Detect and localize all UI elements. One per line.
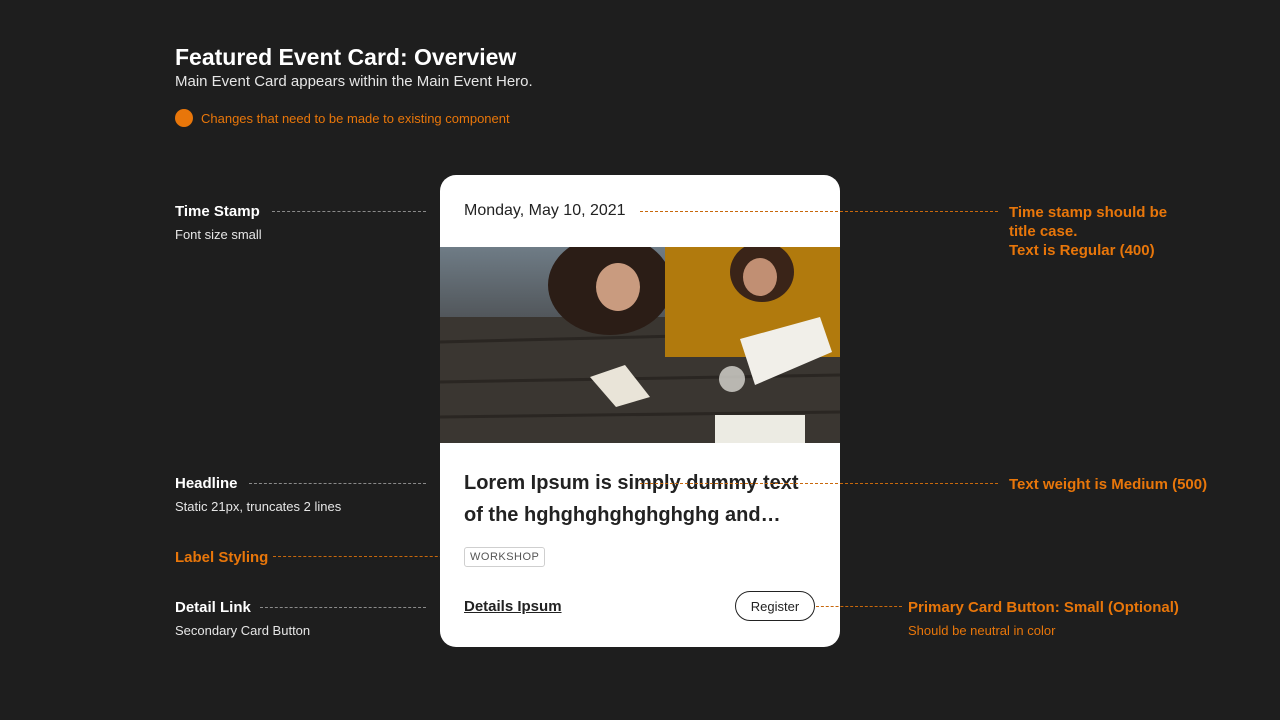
timestamp-note-line2: title case. <box>1009 223 1078 240</box>
page-subtitle: Main Event Card appears within the Main … <box>175 73 533 90</box>
register-button[interactable]: Register <box>735 591 815 621</box>
timestamp-note-leader-line <box>640 211 998 212</box>
legend-text: Changes that need to be made to existing… <box>201 111 510 126</box>
timestamp-label: Time Stamp <box>175 203 260 220</box>
card-headline: Lorem Ipsum is simply dummy text of the … <box>464 472 799 526</box>
headline-leader-line <box>249 483 426 484</box>
legend-dot-icon <box>175 109 193 127</box>
headline-note: Text weight is Medium (500) <box>1009 476 1208 493</box>
button-note-sub: Should be neutral in color <box>908 623 1056 638</box>
headline-sub: Static 21px, truncates 2 lines <box>175 499 342 514</box>
headline-note-leader-line <box>640 483 998 484</box>
timestamp-note-line1: Time stamp should be <box>1009 204 1168 221</box>
headline-label: Headline <box>175 475 238 492</box>
button-note: Primary Card Button: Small (Optional) <box>908 599 1179 616</box>
details-link[interactable]: Details Ipsum <box>464 598 562 615</box>
detail-link-label: Detail Link <box>175 599 251 616</box>
event-photo <box>440 247 840 443</box>
card-timestamp: Monday, May 10, 2021 <box>464 202 626 219</box>
timestamp-sub: Font size small <box>175 227 262 242</box>
card-category-label: WORKSHOP <box>464 547 546 567</box>
detail-link-sub: Secondary Card Button <box>175 623 311 638</box>
label-styling-label: Label Styling <box>175 549 269 566</box>
timestamp-leader-line <box>272 211 426 212</box>
button-note-leader-line <box>816 606 902 607</box>
page-title: Featured Event Card: Overview <box>175 44 517 70</box>
featured-event-card[interactable]: Monday, May 10, 2021 Lorem Ipsum is simp… <box>440 175 840 647</box>
detail-link-leader-line <box>260 607 426 608</box>
label-styling-leader-line <box>273 556 458 557</box>
timestamp-note-line3: Text is Regular (400) <box>1009 242 1155 259</box>
